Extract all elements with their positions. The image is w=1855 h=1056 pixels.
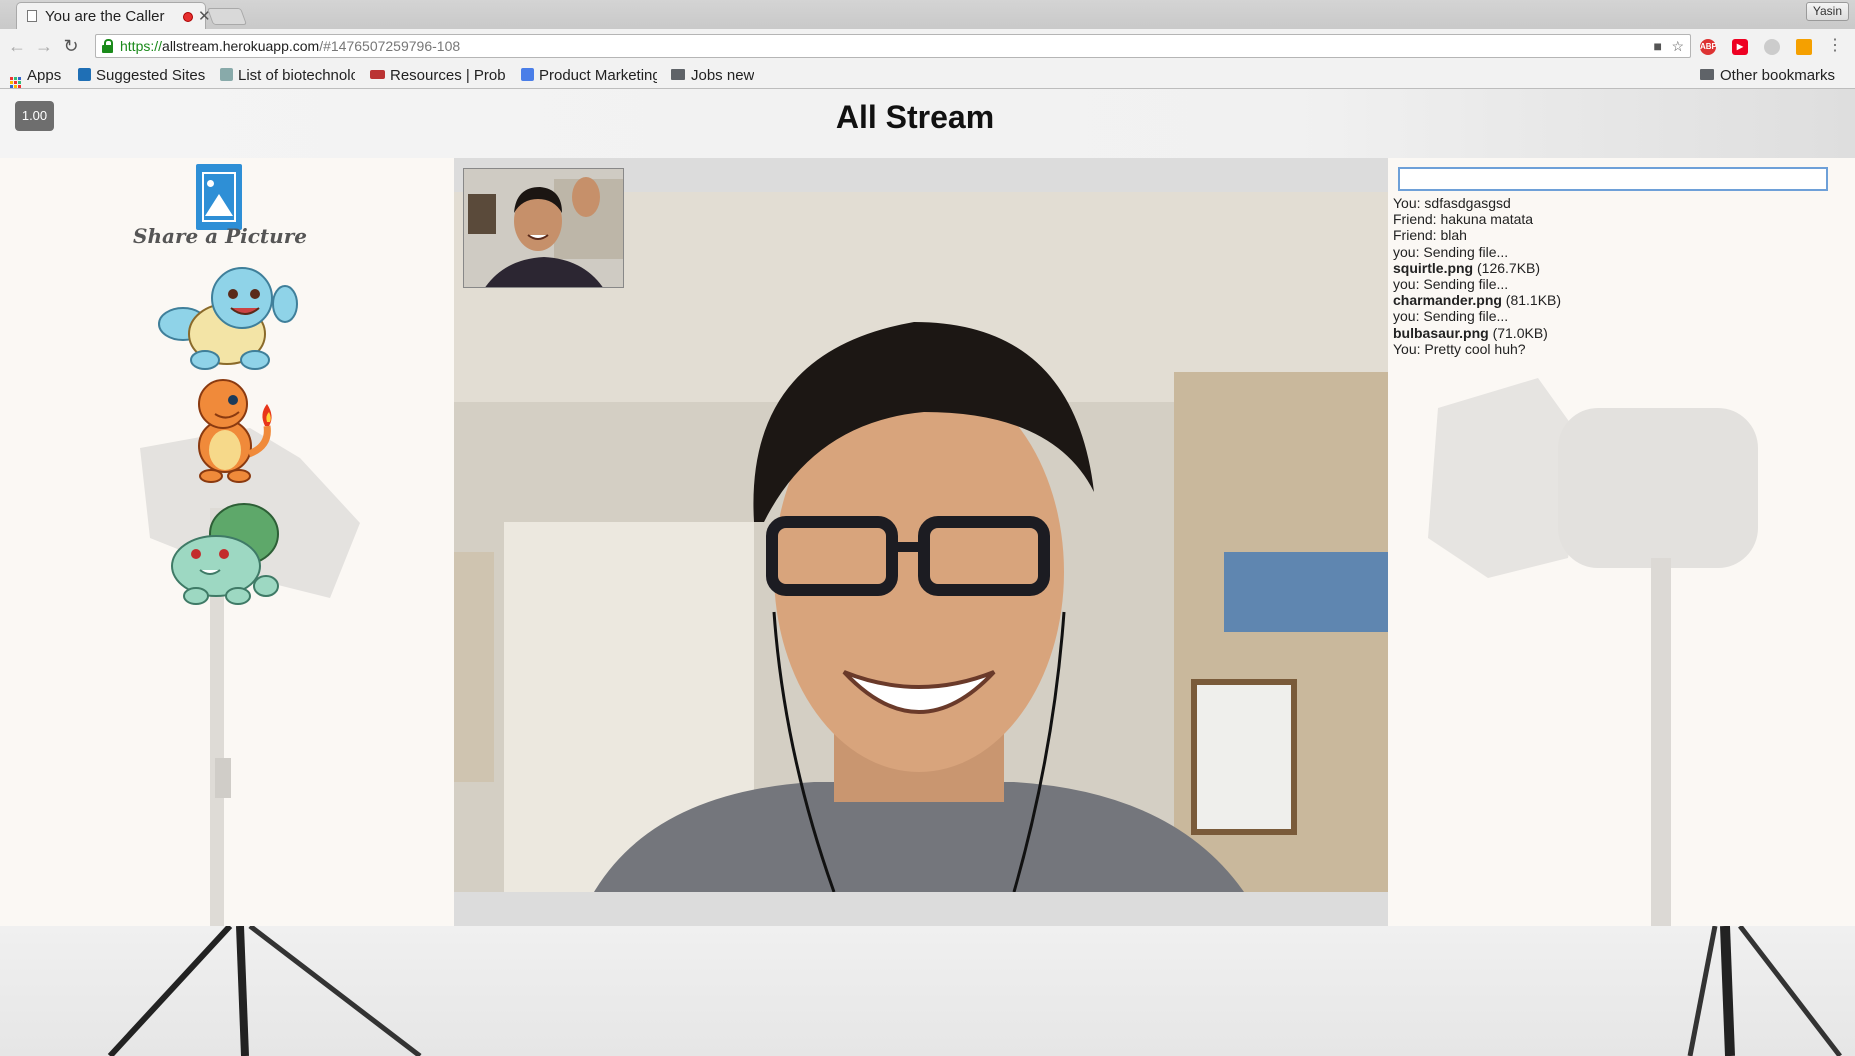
doc-icon [220, 68, 233, 81]
bulbasaur-image[interactable] [166, 498, 288, 606]
secure-lock-icon [102, 39, 113, 53]
tab-strip: You are the Caller ✕ Yasin [0, 0, 1855, 29]
chat-message: you: Sending file... [1393, 276, 1509, 293]
browser-menu-icon[interactable]: ⋮ [1827, 35, 1843, 55]
chat-message: You: sdfasdgasgsd [1393, 195, 1511, 211]
chat-panel: You: sdfasdgasgsd Friend: hakuna matata … [1388, 158, 1855, 926]
page-favicon-icon [27, 10, 37, 22]
new-tab-button[interactable] [206, 8, 248, 25]
bookmark-apps[interactable]: Apps [10, 67, 61, 88]
google-icon [521, 68, 534, 81]
bookmark-suggested-sites[interactable]: Suggested Sites [78, 67, 205, 84]
browser-toolbar: ← → ↻ https://allstream.herokuapp.com/#1… [0, 29, 1855, 64]
camera-in-use-icon[interactable]: ■ [1654, 38, 1662, 54]
reload-icon[interactable]: ↻ [60, 36, 82, 57]
back-arrow-icon[interactable]: ← [6, 36, 28, 57]
chat-message: Friend: blah [1393, 227, 1467, 244]
edx-icon [370, 70, 385, 79]
page-header: 1.00 All Stream [0, 89, 1855, 158]
video-stage [454, 158, 1388, 926]
bookmarks-bar: Apps Suggested Sites List of biotechnolo… [0, 64, 1855, 89]
other-bookmarks[interactable]: Other bookmarks [1700, 67, 1835, 84]
bookmark-jobs-new[interactable]: Jobs new [671, 67, 754, 84]
local-video-preview[interactable] [463, 168, 624, 288]
chat-file-link[interactable]: bulbasaur.png (71.0KB) [1393, 325, 1833, 341]
apps-grid-icon [10, 77, 21, 88]
page-title: All Stream [835, 99, 995, 135]
charmander-image[interactable] [175, 376, 285, 484]
slides-icon[interactable] [1796, 39, 1812, 55]
bookmark-biotech-list[interactable]: List of biotechnology [220, 67, 355, 84]
page-body: 1.00 All Stream Share a Picture You: sdf… [0, 89, 1855, 1056]
chat-input[interactable] [1398, 167, 1828, 191]
chat-message: Friend: hakuna matata [1393, 211, 1534, 228]
url-text: https://allstream.herokuapp.com/#1476507… [120, 38, 461, 54]
chat-log: You: sdfasdgasgsd Friend: hakuna matata … [1393, 195, 1833, 357]
bookmark-product-marketing[interactable]: Product Marketing [521, 67, 657, 84]
bookmark-resources[interactable]: Resources | Problems [370, 67, 506, 84]
local-video-frame [464, 169, 623, 287]
share-panel: Share a Picture [0, 158, 454, 926]
page-footer-background [0, 923, 1855, 1056]
chat-file-link[interactable]: charmander.png (81.1KB) [1393, 292, 1833, 308]
youtube-icon[interactable]: ▶ [1732, 39, 1748, 55]
bookmark-star-icon[interactable]: ☆ [1671, 38, 1684, 55]
tab-title: You are the Caller [45, 8, 165, 25]
extension-icon[interactable] [1764, 39, 1780, 55]
folder-icon [1700, 69, 1714, 80]
recording-indicator-icon [183, 12, 193, 22]
chat-message: You: Pretty cool huh? [1393, 340, 1526, 357]
chat-message: you: Sending file... [1393, 308, 1509, 325]
folder-icon [671, 69, 685, 80]
share-picture-label[interactable]: Share a Picture [130, 224, 310, 248]
forward-arrow-icon[interactable]: → [33, 36, 55, 57]
tripod-legs-icon [107, 923, 1842, 1056]
abp-icon[interactable]: ABP [1700, 39, 1717, 55]
chat-file-link[interactable]: squirtle.png (126.7KB) [1393, 260, 1833, 276]
remote-video-frame [454, 192, 1388, 892]
browser-tab[interactable]: You are the Caller ✕ [16, 2, 211, 29]
share-picture-icon[interactable] [196, 164, 242, 230]
remote-video[interactable] [454, 192, 1388, 892]
bing-icon [78, 68, 91, 81]
squirtle-image[interactable] [145, 264, 310, 372]
chat-message: you: Sending file... [1393, 243, 1509, 260]
profile-button[interactable]: Yasin [1805, 2, 1849, 21]
address-bar[interactable]: https://allstream.herokuapp.com/#1476507… [95, 34, 1691, 58]
